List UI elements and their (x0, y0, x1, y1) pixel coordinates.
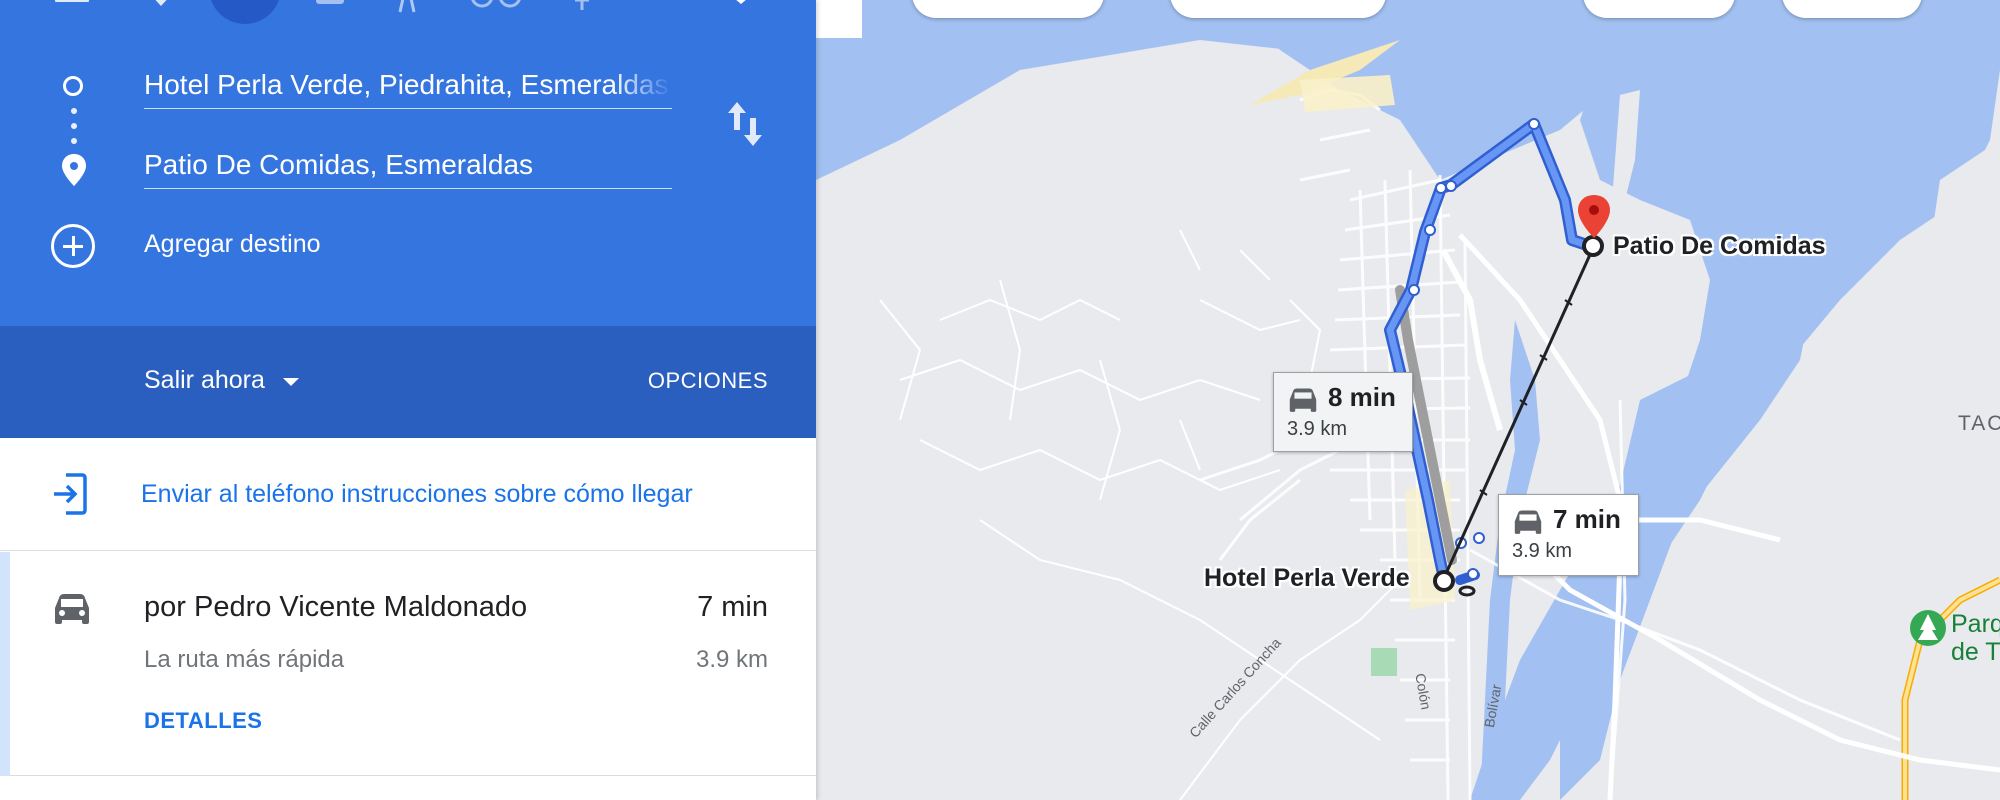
best-mode-icon[interactable] (146, 0, 176, 12)
directions-panel: Hotel Perla Verde, Piedrahita, Esmeralda… (0, 0, 816, 800)
primary-route-distance: 3.9 km (1512, 540, 1573, 562)
category-chip[interactable] (1782, 0, 1922, 18)
map-corner-tab (816, 0, 862, 38)
category-chip[interactable] (912, 0, 1104, 18)
route-subtitle: La ruta más rápida (144, 646, 345, 673)
send-to-phone-row[interactable]: Enviar al teléfono instrucciones sobre c… (0, 438, 816, 551)
directions-header: Hotel Perla Verde, Piedrahita, Esmeralda… (0, 0, 816, 326)
car-icon (1514, 510, 1542, 534)
send-to-phone-label: Enviar al teléfono instrucciones sobre c… (141, 480, 693, 508)
park-label: Parq de T (1951, 610, 2000, 666)
menu-icon[interactable] (55, 0, 89, 2)
destination-map-label[interactable]: Patio De Comidas (1613, 232, 1826, 261)
car-icon (1289, 388, 1317, 412)
destination-input-value: Patio De Comidas, Esmeraldas (144, 149, 534, 180)
route-details-button[interactable]: DETALLES (144, 708, 262, 734)
transit-icon[interactable] (312, 0, 348, 10)
walk-icon[interactable] (396, 0, 420, 16)
area-label: TAC (1958, 412, 2000, 435)
primary-route-duration: 7 min (1553, 504, 1621, 534)
destination-pin-icon (62, 154, 86, 186)
alternate-route-duration: 8 min (1328, 382, 1396, 412)
flight-icon[interactable] (570, 0, 594, 12)
origin-input[interactable]: Hotel Perla Verde, Piedrahita, Esmeralda… (144, 65, 672, 109)
bicycle-icon[interactable] (470, 0, 522, 14)
maps-app: Hotel Perla Verde, Piedrahita, Esmeralda… (0, 0, 2000, 800)
car-icon (55, 594, 89, 624)
car-icon (227, 0, 263, 4)
category-chip[interactable] (1583, 0, 1735, 18)
route-option-card[interactable]: por Pedro Vicente Maldonado 7 min La rut… (0, 552, 816, 776)
route-dots-icon (71, 108, 77, 114)
send-to-phone-icon (54, 473, 87, 515)
alternate-route-distance: 3.9 km (1287, 418, 1348, 440)
route-distance: 3.9 km (695, 646, 768, 673)
alternate-route-callout[interactable]: 8 min 3.9 km (1273, 372, 1413, 452)
swap-directions-icon[interactable] (725, 100, 765, 148)
route-dots-icon (71, 138, 77, 144)
driving-mode-button[interactable] (209, 0, 281, 24)
caret-down-icon (282, 378, 299, 386)
origin-map-label[interactable]: Hotel Perla Verde (1204, 564, 1410, 593)
category-chip[interactable] (1170, 0, 1386, 18)
route-duration: 7 min (697, 591, 768, 623)
origin-marker-icon (63, 76, 83, 96)
depart-time-select[interactable]: Salir ahora (144, 366, 299, 395)
departure-options-bar: Salir ahora OPCIONES (0, 326, 816, 438)
options-button[interactable]: OPCIONES (648, 368, 768, 394)
add-destination-icon[interactable] (51, 224, 95, 268)
add-destination-label[interactable]: Agregar destino (144, 230, 321, 259)
route-name: por Pedro Vicente Maldonado (144, 591, 528, 623)
origin-input-value: Hotel Perla Verde, Piedrahita, Esmeralda… (144, 69, 669, 100)
close-icon[interactable] (727, 0, 755, 8)
selected-route-indicator (0, 552, 10, 776)
destination-input[interactable]: Patio De Comidas, Esmeraldas (144, 145, 672, 189)
primary-route-callout[interactable]: 7 min 3.9 km (1498, 494, 1639, 576)
depart-time-label: Salir ahora (144, 366, 265, 394)
route-dots-icon (71, 123, 77, 129)
map-canvas[interactable]: 8 min 3.9 km 7 min 3.9 km Hotel Perla Ve… (816, 0, 2000, 800)
